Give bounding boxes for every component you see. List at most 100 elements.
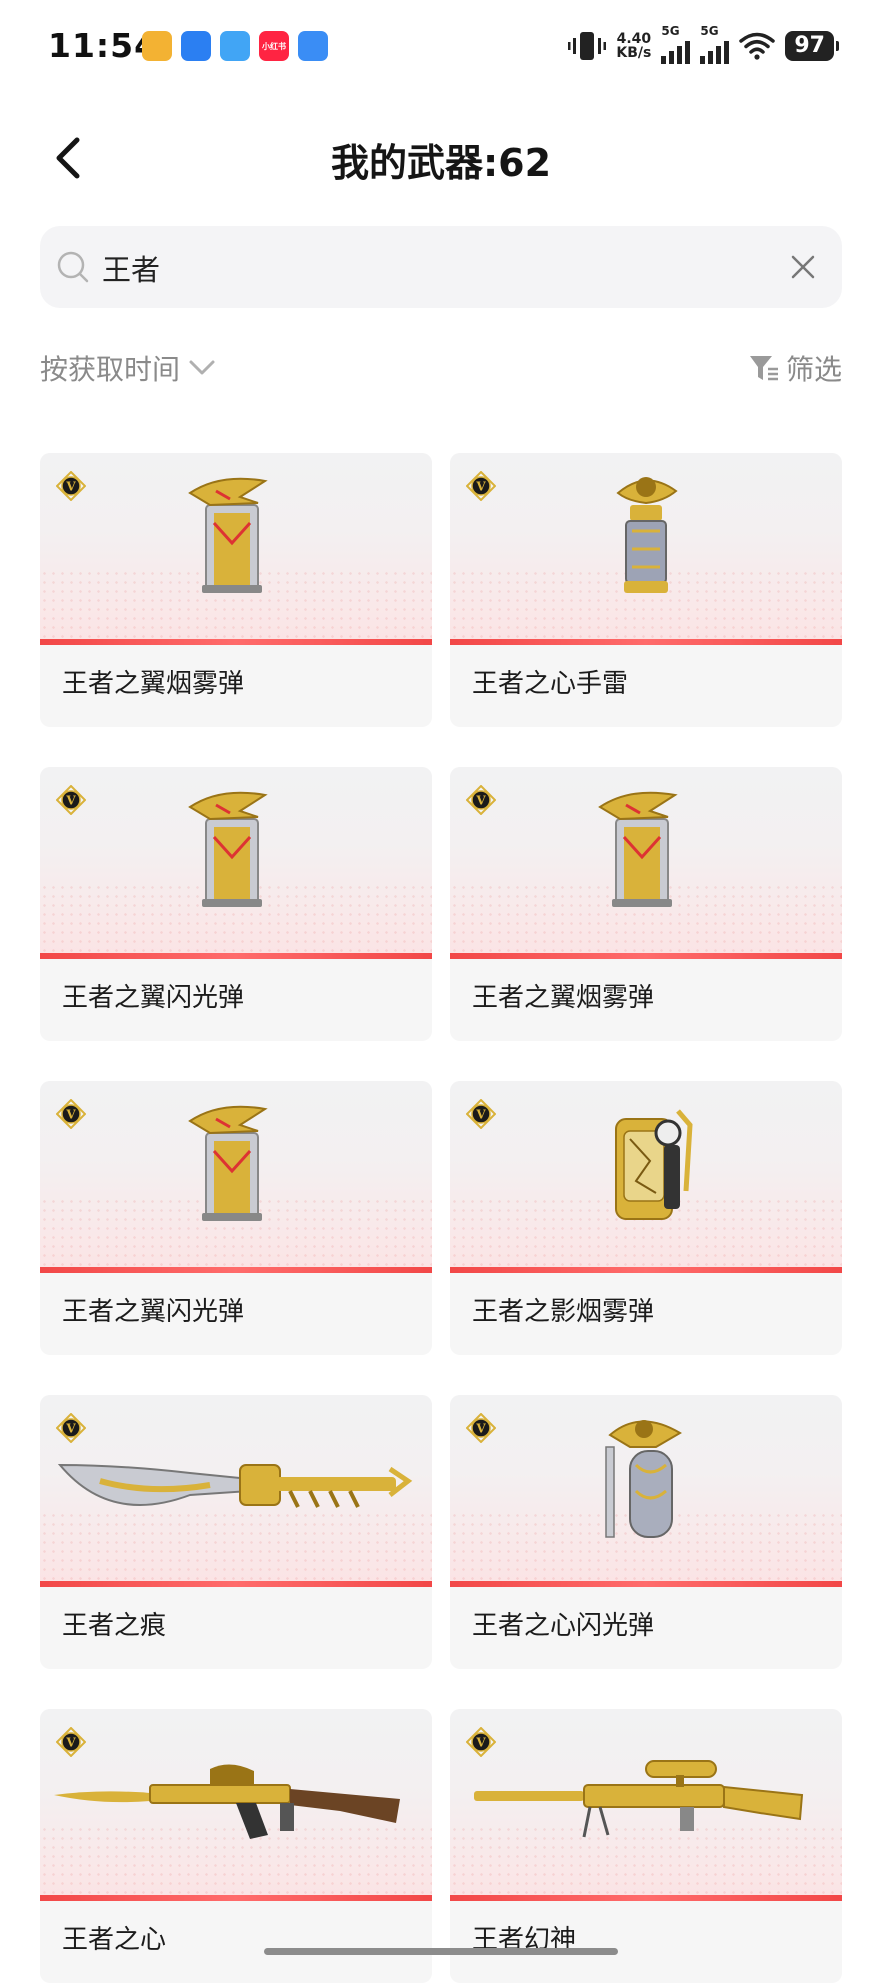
browser-app-icon: [181, 31, 211, 61]
weapon-card[interactable]: V 王者之心闪光弹: [450, 1395, 842, 1669]
weapon-name: 王者之影烟雾弹: [472, 1297, 655, 1327]
rarity-bar: [450, 1267, 842, 1273]
weapon-card[interactable]: V 王者之心: [40, 1709, 432, 1983]
app-icon-label: [181, 31, 211, 61]
network-speed-unit: KB/s: [616, 45, 652, 61]
weapon-image-area: V: [40, 1395, 432, 1587]
vip-badge-icon: V: [56, 1727, 86, 1757]
weapon-image-area: V: [450, 453, 842, 645]
sniper-weapon-image: [474, 1760, 804, 1838]
page-header: 我的武器:62: [0, 120, 882, 196]
weapon-card[interactable]: V 王者之翼闪光弹: [40, 767, 432, 1041]
vip-badge-icon: V: [56, 471, 86, 501]
rarity-bar: [40, 953, 432, 959]
svg-text:V: V: [475, 1736, 486, 1750]
weapon-card[interactable]: V 王者之痕: [40, 1395, 432, 1669]
page-title: 我的武器:62: [330, 141, 552, 185]
weapon-name: 王者之痕: [62, 1611, 167, 1641]
signal-sim1-icon: 5G: [661, 24, 691, 64]
svg-text:V: V: [475, 480, 486, 494]
svg-text:V: V: [475, 794, 486, 808]
clear-icon[interactable]: [786, 250, 820, 284]
rarity-bar: [450, 1895, 842, 1901]
rifle-weapon-image: [54, 1764, 400, 1839]
vip-badge-icon: V: [466, 1727, 496, 1757]
canister-wing-weapon-image: [188, 1105, 268, 1221]
filter-button[interactable]: 筛选: [748, 348, 842, 388]
search-bar: [40, 226, 842, 308]
weapon-image-area: V: [450, 1709, 842, 1901]
canister-wing-weapon-image: [188, 477, 268, 593]
vip-badge-icon: V: [56, 785, 86, 815]
xiaohongshu-app-icon: 小红书: [259, 31, 289, 61]
vip-badge-icon: V: [466, 471, 496, 501]
svg-text:V: V: [475, 1422, 486, 1436]
flash-heart-weapon-image: [605, 1420, 682, 1538]
rarity-bar: [450, 953, 842, 959]
weapon-name: 王者之心: [62, 1925, 167, 1955]
svg-text:V: V: [475, 1108, 486, 1122]
svg-text:V: V: [65, 1108, 76, 1122]
app-icon-label: [142, 31, 172, 61]
svg-text:V: V: [65, 1736, 76, 1750]
notification-app-icons: 小红书: [142, 31, 328, 61]
weapon-image-area: V: [450, 1081, 842, 1273]
coin-app-icon: [142, 31, 172, 61]
rarity-bar: [450, 639, 842, 645]
rarity-bar: [40, 1581, 432, 1587]
battery-indicator: 97: [785, 31, 839, 61]
weapon-grid: V 王者之翼烟雾弹 V 王者之心手雷 V 王者之翼闪光弹 V 王者之翼烟雾弹 V…: [40, 453, 842, 1983]
weapon-name: 王者之心闪光弹: [472, 1611, 655, 1641]
cloud-app-icon: [220, 31, 250, 61]
sim1-label: 5G: [661, 24, 680, 38]
weapon-card[interactable]: V 王者之心手雷: [450, 453, 842, 727]
weapon-image-area: V: [450, 1395, 842, 1587]
vip-badge-icon: V: [56, 1413, 86, 1443]
network-speed-value: 4.40: [616, 31, 652, 47]
weapon-name: 王者之翼闪光弹: [62, 1297, 245, 1327]
weapon-image-area: V: [40, 453, 432, 645]
grenade-heart-weapon-image: [616, 477, 678, 593]
weapon-image-area: V: [40, 1081, 432, 1273]
home-indicator[interactable]: [264, 1948, 618, 1955]
rarity-bar: [450, 1581, 842, 1587]
svg-text:V: V: [65, 480, 76, 494]
weapon-card[interactable]: V 王者之影烟雾弹: [450, 1081, 842, 1355]
wifi-icon: [739, 32, 776, 60]
rarity-bar: [40, 1267, 432, 1273]
game-app-icon: [298, 31, 328, 61]
system-icons: 4.40 KB/s 5G 5G 97: [568, 24, 839, 64]
sort-dropdown[interactable]: 按获取时间: [40, 348, 216, 388]
search-input[interactable]: [100, 238, 764, 298]
vip-badge-icon: V: [56, 1099, 86, 1129]
filter-label: 筛选: [785, 353, 842, 386]
canister-wing-weapon-image: [188, 791, 268, 907]
svg-text:V: V: [65, 794, 76, 808]
vip-badge-icon: V: [466, 785, 496, 815]
network-speed: 4.40 KB/s: [616, 32, 651, 60]
vip-badge-icon: V: [466, 1413, 496, 1443]
rarity-bar: [40, 639, 432, 645]
sort-label: 按获取时间: [40, 353, 181, 386]
canister-shadow-weapon-image: [615, 1109, 693, 1220]
weapon-name: 王者之翼烟雾弹: [62, 669, 245, 699]
vibrate-icon: [568, 32, 607, 60]
weapon-card[interactable]: V 王者之翼烟雾弹: [40, 453, 432, 727]
blade-weapon-image: [57, 1463, 413, 1508]
weapon-name: 王者之心手雷: [472, 669, 629, 699]
app-icon-label: [220, 31, 250, 61]
chevron-down-icon: [189, 360, 215, 375]
signal-sim2-icon: 5G: [700, 24, 730, 64]
weapon-image-area: V: [40, 767, 432, 959]
app-icon-label: [298, 31, 328, 61]
svg-text:V: V: [65, 1422, 76, 1436]
search-icon: [57, 251, 89, 283]
vip-badge-icon: V: [466, 1099, 496, 1129]
weapon-card[interactable]: V 王者之翼烟雾弹: [450, 767, 842, 1041]
weapon-name: 王者之翼闪光弹: [62, 983, 245, 1013]
weapon-card[interactable]: V 王者幻神: [450, 1709, 842, 1983]
canister-wing-weapon-image: [598, 791, 678, 907]
weapon-image-area: V: [40, 1709, 432, 1901]
weapon-card[interactable]: V 王者之翼闪光弹: [40, 1081, 432, 1355]
app-icon-label: 小红书: [262, 41, 286, 51]
